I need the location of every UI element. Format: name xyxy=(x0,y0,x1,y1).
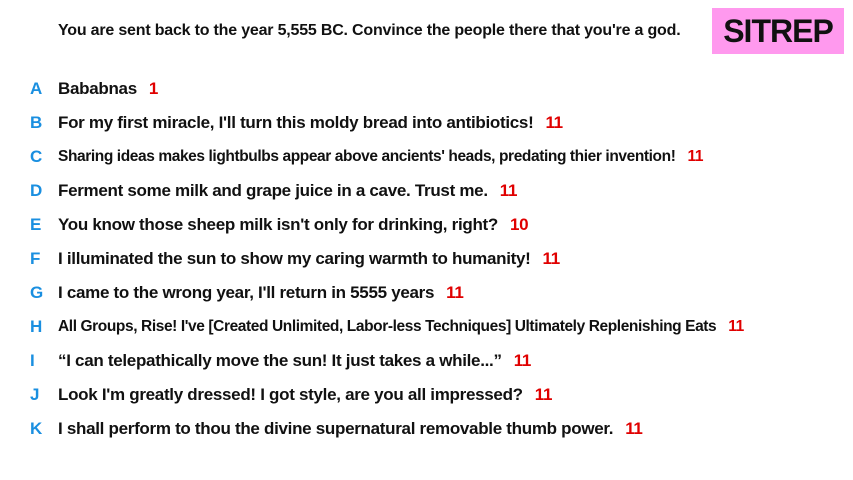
answer-list: A Bababnas 1 B For my first miracle, I'l… xyxy=(0,72,853,446)
answer-text: I came to the wrong year, I'll return in… xyxy=(58,283,435,302)
answer-score: 11 xyxy=(625,419,643,438)
answer-letter: F xyxy=(30,249,41,268)
answer-h: H All Groups, Rise! I've [Created Unlimi… xyxy=(0,310,853,344)
answer-a: A Bababnas 1 xyxy=(0,72,853,106)
answer-score: 10 xyxy=(510,215,529,234)
answer-text: I shall perform to thou the divine super… xyxy=(58,419,614,438)
answer-j: J Look I'm greatly dressed! I got style,… xyxy=(0,378,853,412)
answer-score: 11 xyxy=(499,181,518,200)
answer-text: Ferment some milk and grape juice in a c… xyxy=(58,181,488,200)
answer-k: K I shall perform to thou the divine sup… xyxy=(0,412,853,446)
answer-f: F I illuminated the sun to show my carin… xyxy=(0,242,853,276)
answer-score: 11 xyxy=(728,318,744,335)
answer-text: Sharing ideas makes lightbulbs appear ab… xyxy=(58,148,676,165)
answer-g: G I came to the wrong year, I'll return … xyxy=(0,276,853,310)
answer-letter: D xyxy=(30,181,42,200)
answer-letter: C xyxy=(30,147,42,166)
answer-text: You know those sheep milk isn't only for… xyxy=(58,215,498,234)
answer-score: 11 xyxy=(545,113,563,132)
answer-text: All Groups, Rise! I've [Created Unlimite… xyxy=(58,318,717,335)
answer-letter: K xyxy=(30,419,42,438)
answer-score: 11 xyxy=(534,385,553,404)
answer-letter: G xyxy=(30,283,43,302)
answer-letter: H xyxy=(30,317,42,336)
answer-score: 11 xyxy=(687,148,704,165)
answer-score: 11 xyxy=(513,351,532,370)
answer-score: 11 xyxy=(446,283,464,302)
answer-letter: E xyxy=(30,215,42,234)
answer-letter: I xyxy=(30,351,35,370)
answer-text: Bababnas xyxy=(58,79,137,98)
answer-score: 11 xyxy=(542,249,561,268)
answer-e: E You know those sheep milk isn't only f… xyxy=(0,208,853,242)
answer-d: D Ferment some milk and grape juice in a… xyxy=(0,174,853,208)
answer-letter: A xyxy=(30,79,42,98)
answer-text: “I can telepathically move the sun! It j… xyxy=(58,351,502,370)
answer-text: For my first miracle, I'll turn this mol… xyxy=(58,113,534,132)
answer-text: Look I'm greatly dressed! I got style, a… xyxy=(58,385,523,404)
answer-c: C Sharing ideas makes lightbulbs appear … xyxy=(0,140,853,174)
answer-i: I “I can telepathically move the sun! It… xyxy=(0,344,853,378)
answer-letter: B xyxy=(30,113,42,132)
prompt-text: You are sent back to the year 5,555 BC. … xyxy=(58,22,681,39)
answer-text: I illuminated the sun to show my caring … xyxy=(58,249,531,268)
answer-score: 1 xyxy=(148,79,159,98)
answer-letter: J xyxy=(30,385,40,404)
sitrep-badge: SITREP xyxy=(712,8,844,54)
answer-b: B For my first miracle, I'll turn this m… xyxy=(0,106,853,140)
